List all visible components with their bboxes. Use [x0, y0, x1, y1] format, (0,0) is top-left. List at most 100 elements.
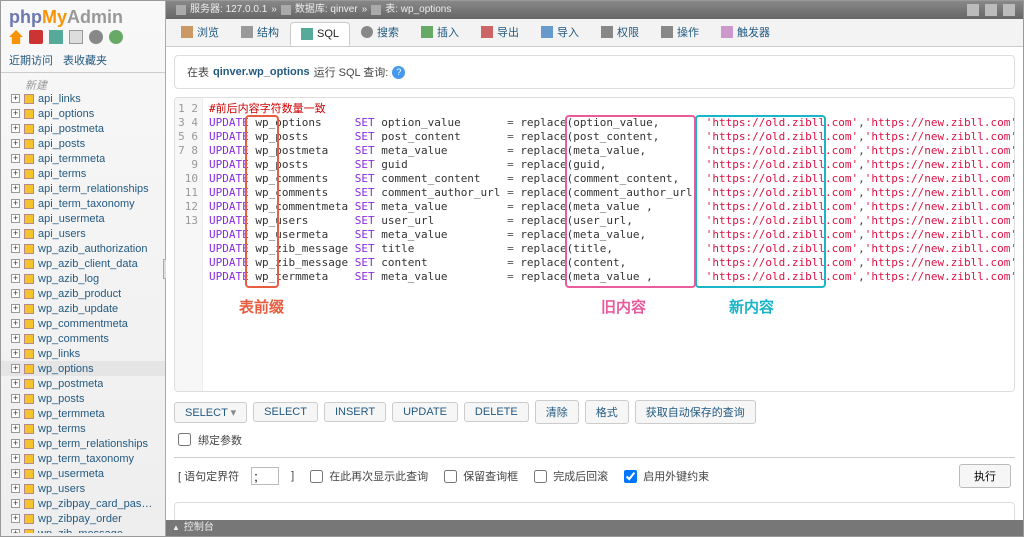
window-settings-icon[interactable]: [985, 4, 997, 16]
tree-item-wp_postmeta[interactable]: wp_postmeta: [1, 376, 165, 391]
tree-item-wp_posts[interactable]: wp_posts: [1, 391, 165, 406]
home-icon[interactable]: [9, 30, 23, 44]
tree-new[interactable]: 新建: [1, 77, 165, 91]
expand-icon[interactable]: [11, 469, 20, 478]
recents-tab-recent[interactable]: 近期访问: [9, 52, 53, 68]
expand-icon[interactable]: [11, 409, 20, 418]
expand-icon[interactable]: [11, 529, 20, 533]
delim-input[interactable]: [251, 467, 279, 485]
tree-item-wp_usermeta[interactable]: wp_usermeta: [1, 466, 165, 481]
tab-browse[interactable]: 浏览: [170, 18, 230, 46]
bind-params-checkbox[interactable]: [178, 433, 191, 446]
delete-button[interactable]: DELETE: [464, 402, 529, 422]
tab-ops[interactable]: 操作: [650, 18, 710, 46]
help-icon[interactable]: ?: [392, 66, 405, 79]
reload-icon[interactable]: [109, 30, 123, 44]
expand-icon[interactable]: [11, 454, 20, 463]
tree-item-wp_termmeta[interactable]: wp_termmeta: [1, 406, 165, 421]
doc-icon[interactable]: [69, 30, 83, 44]
tree-item-wp_links[interactable]: wp_links: [1, 346, 165, 361]
sql-icon[interactable]: [49, 30, 63, 44]
tree-item-wp_users[interactable]: wp_users: [1, 481, 165, 496]
code[interactable]: #前后内容字符数量一致 UPDATE wp_options SET option…: [203, 98, 1014, 391]
tree-item-api_posts[interactable]: api_posts: [1, 136, 165, 151]
expand-icon[interactable]: [11, 229, 20, 238]
format-button[interactable]: 格式: [585, 400, 629, 424]
recents-tab-fav[interactable]: 表收藏夹: [63, 52, 107, 68]
tree-item-wp_azib_product[interactable]: wp_azib_product: [1, 286, 165, 301]
tree-item-wp_azib_client_data[interactable]: wp_azib_client_data: [1, 256, 165, 271]
expand-icon[interactable]: [11, 514, 20, 523]
expand-icon[interactable]: [11, 184, 20, 193]
tab-export[interactable]: 导出: [470, 18, 530, 46]
tree-item-api_usermeta[interactable]: api_usermeta: [1, 211, 165, 226]
fk-checkbox[interactable]: [624, 470, 637, 483]
settings-icon[interactable]: [89, 30, 103, 44]
expand-icon[interactable]: [11, 304, 20, 313]
breadcrumb-server[interactable]: 127.0.0.1: [226, 1, 268, 19]
rollback-checkbox[interactable]: [534, 470, 547, 483]
update-button[interactable]: UPDATE: [392, 402, 458, 422]
window-menu-icon[interactable]: [1003, 4, 1015, 16]
tree-item-wp_zibpay_card_password[interactable]: wp_zibpay_card_password: [1, 496, 165, 511]
tree-item-wp_terms[interactable]: wp_terms: [1, 421, 165, 436]
tree-item-wp_zib_message[interactable]: wp_zib_message: [1, 526, 165, 533]
window-maximize-icon[interactable]: [967, 4, 979, 16]
select-star-button[interactable]: SELECT: [174, 402, 247, 423]
expand-icon[interactable]: [11, 334, 20, 343]
expand-icon[interactable]: [11, 154, 20, 163]
rollback-label[interactable]: 完成后回滚: [530, 467, 608, 486]
logout-icon[interactable]: [29, 30, 43, 44]
tab-insert[interactable]: 插入: [410, 18, 470, 46]
expand-icon[interactable]: [11, 349, 20, 358]
sql-editor[interactable]: 1 2 3 4 5 6 7 8 9 10 11 12 13 #前后内容字符数量一…: [174, 97, 1015, 392]
expand-icon[interactable]: [11, 424, 20, 433]
expand-icon[interactable]: [11, 214, 20, 223]
expand-icon[interactable]: [11, 274, 20, 283]
expand-icon[interactable]: [11, 394, 20, 403]
tree-item-wp_azib_update[interactable]: wp_azib_update: [1, 301, 165, 316]
expand-icon[interactable]: [11, 94, 20, 103]
keep-query-label[interactable]: 保留查询框: [440, 467, 518, 486]
tree-item-api_links[interactable]: api_links: [1, 91, 165, 106]
console-toggle-icon[interactable]: ▲: [172, 520, 180, 536]
expand-icon[interactable]: [11, 319, 20, 328]
expand-icon[interactable]: [11, 169, 20, 178]
tab-trig[interactable]: 触发器: [710, 18, 781, 46]
expand-icon[interactable]: [11, 289, 20, 298]
show-again-checkbox[interactable]: [310, 470, 323, 483]
insert-button[interactable]: INSERT: [324, 402, 386, 422]
select-button[interactable]: SELECT: [253, 402, 318, 422]
tree-item-api_termmeta[interactable]: api_termmeta: [1, 151, 165, 166]
breadcrumb-db[interactable]: qinver: [330, 1, 357, 19]
autosaved-button[interactable]: 获取自动保存的查询: [635, 400, 756, 424]
expand-icon[interactable]: [11, 259, 20, 268]
tree-item-wp_term_taxonomy[interactable]: wp_term_taxonomy: [1, 451, 165, 466]
go-button[interactable]: 执行: [959, 464, 1011, 488]
bind-params-label[interactable]: 绑定参数: [174, 430, 242, 449]
tree-item-wp_options[interactable]: wp_options: [1, 361, 165, 376]
tab-sql[interactable]: SQL: [290, 22, 350, 46]
tree-item-api_users[interactable]: api_users: [1, 226, 165, 241]
fk-label[interactable]: 启用外键约束: [620, 467, 709, 486]
show-again-label[interactable]: 在此再次显示此查询: [306, 467, 428, 486]
expand-icon[interactable]: [11, 439, 20, 448]
tree-item-wp_azib_authorization[interactable]: wp_azib_authorization: [1, 241, 165, 256]
expand-icon[interactable]: [11, 244, 20, 253]
expand-icon[interactable]: [11, 139, 20, 148]
tree-item-wp_comments[interactable]: wp_comments: [1, 331, 165, 346]
console-bar[interactable]: ▲ 控制台: [166, 520, 1023, 536]
expand-icon[interactable]: [11, 499, 20, 508]
tree-item-api_terms[interactable]: api_terms: [1, 166, 165, 181]
expand-icon[interactable]: [11, 199, 20, 208]
tree-item-wp_commentmeta[interactable]: wp_commentmeta: [1, 316, 165, 331]
tree-item-wp_term_relationships[interactable]: wp_term_relationships: [1, 436, 165, 451]
tab-priv[interactable]: 权限: [590, 18, 650, 46]
tree-item-wp_azib_log[interactable]: wp_azib_log: [1, 271, 165, 286]
tab-search[interactable]: 搜索: [350, 18, 410, 46]
keep-query-checkbox[interactable]: [444, 470, 457, 483]
expand-icon[interactable]: [11, 109, 20, 118]
tab-import[interactable]: 导入: [530, 18, 590, 46]
tree-item-api_options[interactable]: api_options: [1, 106, 165, 121]
expand-icon[interactable]: [11, 379, 20, 388]
